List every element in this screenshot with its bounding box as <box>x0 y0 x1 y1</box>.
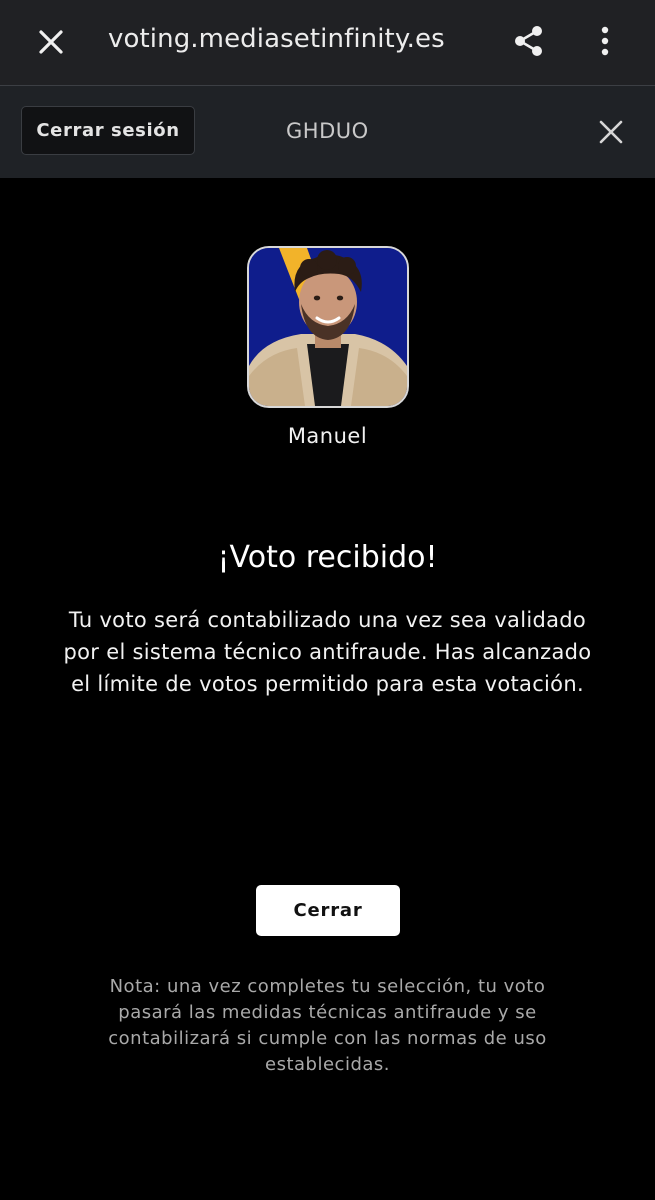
more-vertical-icon[interactable] <box>584 20 626 62</box>
close-button[interactable]: Cerrar <box>256 885 400 936</box>
voting-code: GHDUO <box>286 119 369 143</box>
share-icon[interactable] <box>508 20 550 62</box>
site-header: Cerrar sesión GHDUO <box>0 86 655 178</box>
url-text[interactable]: voting.mediasetinfinity.es <box>108 24 445 54</box>
contestant-name: Manuel <box>287 424 368 448</box>
vote-received-message: Tu voto será contabilizado una vez sea v… <box>63 608 592 696</box>
close-icon[interactable] <box>30 21 72 63</box>
browser-toolbar: voting.mediasetinfinity.es <box>0 0 655 86</box>
vote-received-title: ¡Voto recibido! <box>217 540 438 575</box>
logout-button[interactable]: Cerrar sesión <box>21 106 195 155</box>
antifraud-note: Nota: una vez completes tu selección, tu… <box>108 976 547 1075</box>
close-icon[interactable] <box>592 113 630 151</box>
contestant-portrait-image <box>249 248 407 406</box>
contestant-photo <box>247 246 409 408</box>
